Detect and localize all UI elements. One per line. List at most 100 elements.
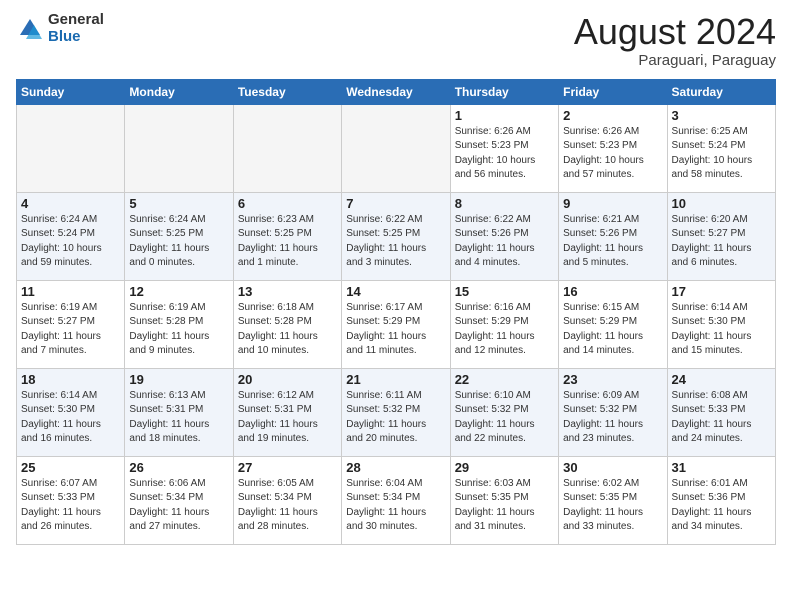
day-number: 16 [563, 284, 662, 299]
day-info: Sunrise: 6:21 AM Sunset: 5:26 PM Dayligh… [563, 213, 662, 271]
day-number: 15 [455, 284, 554, 299]
calendar-cell: 23 Sunrise: 6:09 AM Sunset: 5:32 PM Dayli… [559, 368, 667, 456]
day-info: Sunrise: 6:22 AM Sunset: 5:25 PM Dayligh… [346, 213, 445, 271]
day-number: 11 [21, 284, 120, 299]
calendar-cell: 21 Sunrise: 6:11 AM Sunset: 5:32 PM Dayli… [342, 368, 450, 456]
day-number: 3 [672, 108, 771, 123]
day-number: 31 [672, 460, 771, 475]
day-number: 1 [455, 108, 554, 123]
calendar-cell: 13 Sunrise: 6:18 AM Sunset: 5:28 PM Dayli… [233, 280, 341, 368]
calendar-cell [125, 104, 233, 192]
day-info: Sunrise: 6:20 AM Sunset: 5:27 PM Dayligh… [672, 213, 771, 271]
day-number: 28 [346, 460, 445, 475]
calendar-cell: 27 Sunrise: 6:05 AM Sunset: 5:34 PM Dayli… [233, 456, 341, 544]
month-title: August 2024 [574, 12, 776, 52]
day-number: 22 [455, 372, 554, 387]
day-info: Sunrise: 6:14 AM Sunset: 5:30 PM Dayligh… [21, 389, 120, 447]
day-number: 29 [455, 460, 554, 475]
day-info: Sunrise: 6:15 AM Sunset: 5:29 PM Dayligh… [563, 301, 662, 359]
calendar-cell: 5Sunrise: 6:24 AM Sunset: 5:25 PM Daylig… [125, 192, 233, 280]
day-number: 17 [672, 284, 771, 299]
day-number: 13 [238, 284, 337, 299]
day-number: 21 [346, 372, 445, 387]
day-number: 24 [672, 372, 771, 387]
calendar-cell: 26 Sunrise: 6:06 AM Sunset: 5:34 PM Dayli… [125, 456, 233, 544]
calendar-cell: 4 Sunrise: 6:24 AM Sunset: 5:24 PM Daylig… [17, 192, 125, 280]
col-friday: Friday [559, 79, 667, 104]
header-row: Sunday Monday Tuesday Wednesday Thursday… [17, 79, 776, 104]
calendar-cell: 11 Sunrise: 6:19 AM Sunset: 5:27 PM Dayli… [17, 280, 125, 368]
header: General Blue August 2024 Paraguari, Para… [16, 12, 776, 69]
calendar-cell: 28 Sunrise: 6:04 AM Sunset: 5:34 PM Dayli… [342, 456, 450, 544]
calendar-cell: 6 Sunrise: 6:23 AM Sunset: 5:25 PM Daylig… [233, 192, 341, 280]
day-number: 14 [346, 284, 445, 299]
day-number: 18 [21, 372, 120, 387]
col-tuesday: Tuesday [233, 79, 341, 104]
calendar-cell: 9Sunrise: 6:21 AM Sunset: 5:26 PM Daylig… [559, 192, 667, 280]
logo-text: General Blue [48, 12, 104, 45]
calendar-cell: 17 Sunrise: 6:14 AM Sunset: 5:30 PM Dayli… [667, 280, 775, 368]
day-info: Sunrise: 6:14 AM Sunset: 5:30 PM Dayligh… [672, 301, 771, 359]
day-number: 6 [238, 196, 337, 211]
calendar-cell: 14 Sunrise: 6:17 AM Sunset: 5:29 PM Dayli… [342, 280, 450, 368]
day-number: 12 [129, 284, 228, 299]
calendar-cell: 15 Sunrise: 6:16 AM Sunset: 5:29 PM Dayli… [450, 280, 558, 368]
day-info: Sunrise: 6:22 AM Sunset: 5:26 PM Dayligh… [455, 213, 554, 271]
day-info: Sunrise: 6:07 AM Sunset: 5:33 PM Dayligh… [21, 477, 120, 535]
calendar-cell: 3 Sunrise: 6:25 AM Sunset: 5:24 PM Daylig… [667, 104, 775, 192]
calendar-cell: 2 Sunrise: 6:26 AM Sunset: 5:23 PM Daylig… [559, 104, 667, 192]
calendar-cell: 30Sunrise: 6:02 AM Sunset: 5:35 PM Dayli… [559, 456, 667, 544]
day-number: 2 [563, 108, 662, 123]
calendar-week-5: 25 Sunrise: 6:07 AM Sunset: 5:33 PM Dayli… [17, 456, 776, 544]
calendar-cell: 25 Sunrise: 6:07 AM Sunset: 5:33 PM Dayli… [17, 456, 125, 544]
day-info: Sunrise: 6:01 AM Sunset: 5:36 PM Dayligh… [672, 477, 771, 535]
calendar-cell: 19Sunrise: 6:13 AM Sunset: 5:31 PM Dayli… [125, 368, 233, 456]
day-number: 27 [238, 460, 337, 475]
calendar-cell: 16 Sunrise: 6:15 AM Sunset: 5:29 PM Dayli… [559, 280, 667, 368]
calendar-cell: 31 Sunrise: 6:01 AM Sunset: 5:36 PM Dayli… [667, 456, 775, 544]
day-info: Sunrise: 6:12 AM Sunset: 5:31 PM Dayligh… [238, 389, 337, 447]
calendar-week-4: 18 Sunrise: 6:14 AM Sunset: 5:30 PM Dayli… [17, 368, 776, 456]
day-info: Sunrise: 6:26 AM Sunset: 5:23 PM Dayligh… [455, 125, 554, 183]
day-info: Sunrise: 6:04 AM Sunset: 5:34 PM Dayligh… [346, 477, 445, 535]
day-info: Sunrise: 6:06 AM Sunset: 5:34 PM Dayligh… [129, 477, 228, 535]
day-info: Sunrise: 6:23 AM Sunset: 5:25 PM Dayligh… [238, 213, 337, 271]
calendar-cell: 24 Sunrise: 6:08 AM Sunset: 5:33 PM Dayli… [667, 368, 775, 456]
calendar-cell: 10Sunrise: 6:20 AM Sunset: 5:27 PM Dayli… [667, 192, 775, 280]
calendar-cell: 18 Sunrise: 6:14 AM Sunset: 5:30 PM Dayli… [17, 368, 125, 456]
day-number: 25 [21, 460, 120, 475]
day-number: 26 [129, 460, 228, 475]
day-info: Sunrise: 6:16 AM Sunset: 5:29 PM Dayligh… [455, 301, 554, 359]
col-saturday: Saturday [667, 79, 775, 104]
day-info: Sunrise: 6:11 AM Sunset: 5:32 PM Dayligh… [346, 389, 445, 447]
calendar-cell: 8 Sunrise: 6:22 AM Sunset: 5:26 PM Daylig… [450, 192, 558, 280]
day-info: Sunrise: 6:10 AM Sunset: 5:32 PM Dayligh… [455, 389, 554, 447]
day-info: Sunrise: 6:25 AM Sunset: 5:24 PM Dayligh… [672, 125, 771, 183]
day-number: 23 [563, 372, 662, 387]
day-info: Sunrise: 6:26 AM Sunset: 5:23 PM Dayligh… [563, 125, 662, 183]
calendar-week-1: 1 Sunrise: 6:26 AM Sunset: 5:23 PM Daylig… [17, 104, 776, 192]
col-thursday: Thursday [450, 79, 558, 104]
day-info: Sunrise: 6:05 AM Sunset: 5:34 PM Dayligh… [238, 477, 337, 535]
calendar-table: Sunday Monday Tuesday Wednesday Thursday… [16, 79, 776, 545]
col-sunday: Sunday [17, 79, 125, 104]
day-info: Sunrise: 6:18 AM Sunset: 5:28 PM Dayligh… [238, 301, 337, 359]
day-info: Sunrise: 6:08 AM Sunset: 5:33 PM Dayligh… [672, 389, 771, 447]
col-wednesday: Wednesday [342, 79, 450, 104]
day-info: Sunrise: 6:17 AM Sunset: 5:29 PM Dayligh… [346, 301, 445, 359]
day-number: 20 [238, 372, 337, 387]
day-info: Sunrise: 6:19 AM Sunset: 5:27 PM Dayligh… [21, 301, 120, 359]
day-number: 8 [455, 196, 554, 211]
calendar-cell: 29Sunrise: 6:03 AM Sunset: 5:35 PM Dayli… [450, 456, 558, 544]
calendar-cell [17, 104, 125, 192]
day-number: 4 [21, 196, 120, 211]
day-info: Sunrise: 6:24 AM Sunset: 5:24 PM Dayligh… [21, 213, 120, 271]
day-number: 5 [129, 196, 228, 211]
day-info: Sunrise: 6:09 AM Sunset: 5:32 PM Dayligh… [563, 389, 662, 447]
title-block: August 2024 Paraguari, Paraguay [574, 12, 776, 69]
calendar-week-2: 4 Sunrise: 6:24 AM Sunset: 5:24 PM Daylig… [17, 192, 776, 280]
day-info: Sunrise: 6:02 AM Sunset: 5:35 PM Dayligh… [563, 477, 662, 535]
day-info: Sunrise: 6:13 AM Sunset: 5:31 PM Dayligh… [129, 389, 228, 447]
calendar-cell [233, 104, 341, 192]
calendar-cell: 7Sunrise: 6:22 AM Sunset: 5:25 PM Daylig… [342, 192, 450, 280]
